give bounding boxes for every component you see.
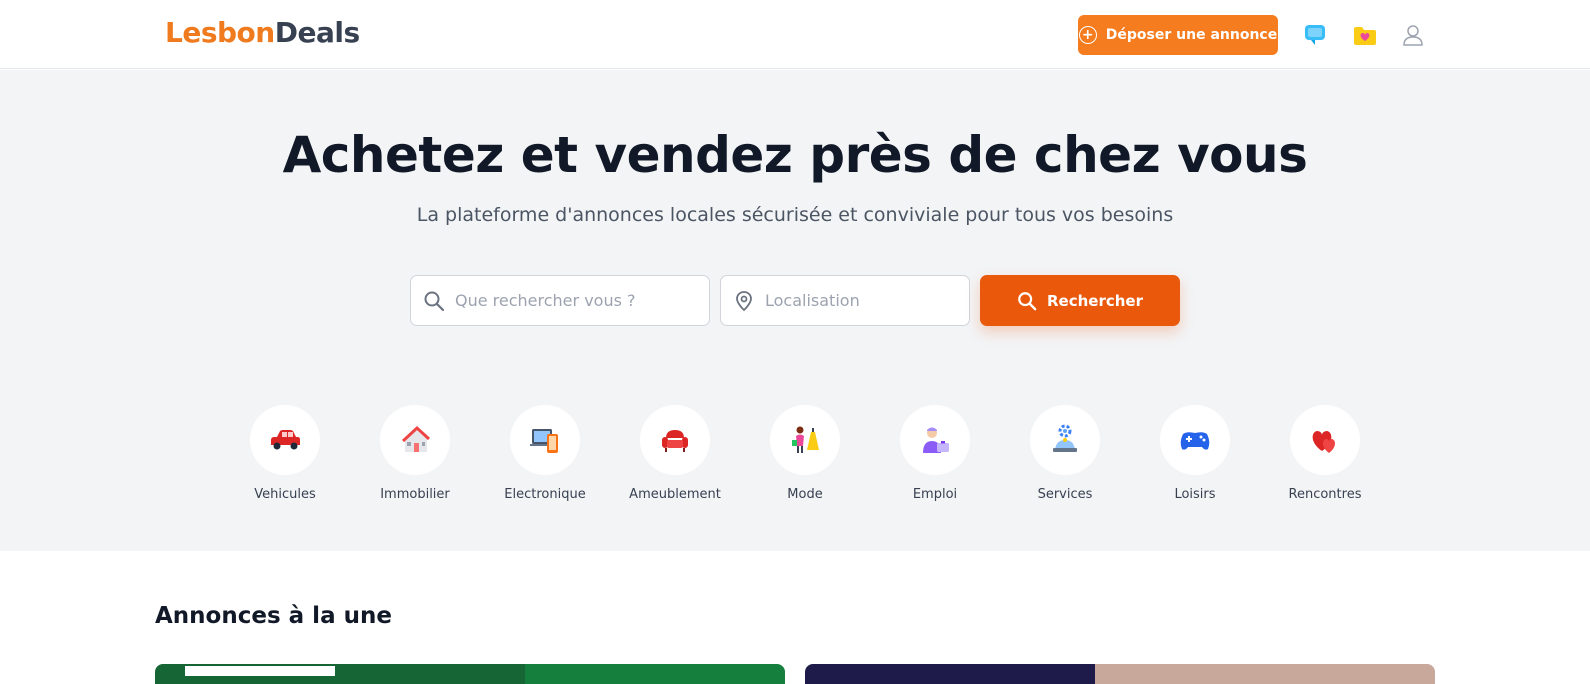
house-icon: [401, 425, 431, 452]
chat-icon[interactable]: [1302, 22, 1328, 48]
devices-icon: [530, 429, 558, 453]
category-label: Loisirs: [1174, 487, 1216, 502]
category-label: Emploi: [912, 487, 958, 502]
logo-part-1: Lesbon: [165, 16, 275, 49]
category-icon-circle: [510, 405, 580, 475]
armchair-icon: [662, 430, 688, 452]
search-button[interactable]: Rechercher: [980, 275, 1180, 326]
category-loisirs[interactable]: Loisirs: [1140, 405, 1250, 502]
card-banner-text: [185, 666, 335, 676]
category-label: Immobilier: [380, 487, 450, 502]
job-icon: [923, 427, 949, 453]
services-icon: [1053, 424, 1077, 452]
category-label: Vehicules: [254, 487, 316, 502]
category-icon-circle: [900, 405, 970, 475]
category-icon-circle: [1160, 405, 1230, 475]
search-field[interactable]: [410, 275, 710, 326]
category-label: Ameublement: [629, 487, 721, 502]
category-icon-circle: [770, 405, 840, 475]
category-emploi[interactable]: Emploi: [880, 405, 990, 502]
location-input[interactable]: [765, 291, 939, 310]
category-icon-circle: [1290, 405, 1360, 475]
hero-section: Achetez et vendez près de chez vous La p…: [0, 70, 1590, 551]
fashion-icon: [792, 426, 819, 453]
search-icon: [424, 291, 445, 311]
category-label: Services: [1037, 487, 1093, 502]
category-mode[interactable]: Mode: [750, 405, 860, 502]
card-image-right: [1095, 664, 1435, 684]
logo-part-2: Deals: [274, 16, 360, 49]
location-field[interactable]: [720, 275, 970, 326]
hearts-icon: [1312, 431, 1336, 453]
search-input[interactable]: [455, 291, 664, 310]
featured-card[interactable]: [805, 664, 1435, 684]
post-ad-button[interactable]: + Déposer une annonce: [1078, 15, 1278, 55]
search-icon: [1018, 291, 1037, 310]
hero-subtitle: La plateforme d'annonces locales sécuris…: [416, 204, 1174, 226]
plus-circle-icon: +: [1078, 26, 1097, 44]
hero-title: Achetez et vendez près de chez vous: [282, 126, 1308, 184]
user-account-icon[interactable]: [1400, 22, 1426, 48]
search-button-label: Rechercher: [1046, 291, 1143, 310]
location-pin-icon: [736, 290, 752, 311]
favorites-folder-icon[interactable]: [1352, 22, 1378, 48]
card-image-left: [805, 664, 1095, 684]
featured-card[interactable]: [155, 664, 785, 684]
post-ad-label: Déposer une annonce: [1105, 27, 1278, 43]
car-icon: [271, 430, 300, 450]
category-services[interactable]: Services: [1010, 405, 1120, 502]
featured-title: Annonces à la une: [155, 603, 392, 629]
category-icon-circle: [1030, 405, 1100, 475]
category-icon-circle: [380, 405, 450, 475]
site-logo[interactable]: LesbonDeals: [165, 16, 360, 49]
category-immobilier[interactable]: Immobilier: [360, 405, 470, 502]
category-label: Rencontres: [1288, 487, 1362, 502]
category-ameublement[interactable]: Ameublement: [620, 405, 730, 502]
gamepad-icon: [1180, 432, 1210, 450]
category-label: Mode: [787, 487, 823, 502]
top-header: LesbonDeals + Déposer une annonce: [0, 0, 1590, 69]
category-electronique[interactable]: Electronique: [490, 405, 600, 502]
card-image-right: [525, 664, 785, 684]
category-icon-circle: [250, 405, 320, 475]
category-vehicules[interactable]: Vehicules: [230, 405, 340, 502]
category-rencontres[interactable]: Rencontres: [1270, 405, 1380, 502]
category-icon-circle: [640, 405, 710, 475]
category-label: Electronique: [504, 487, 586, 502]
